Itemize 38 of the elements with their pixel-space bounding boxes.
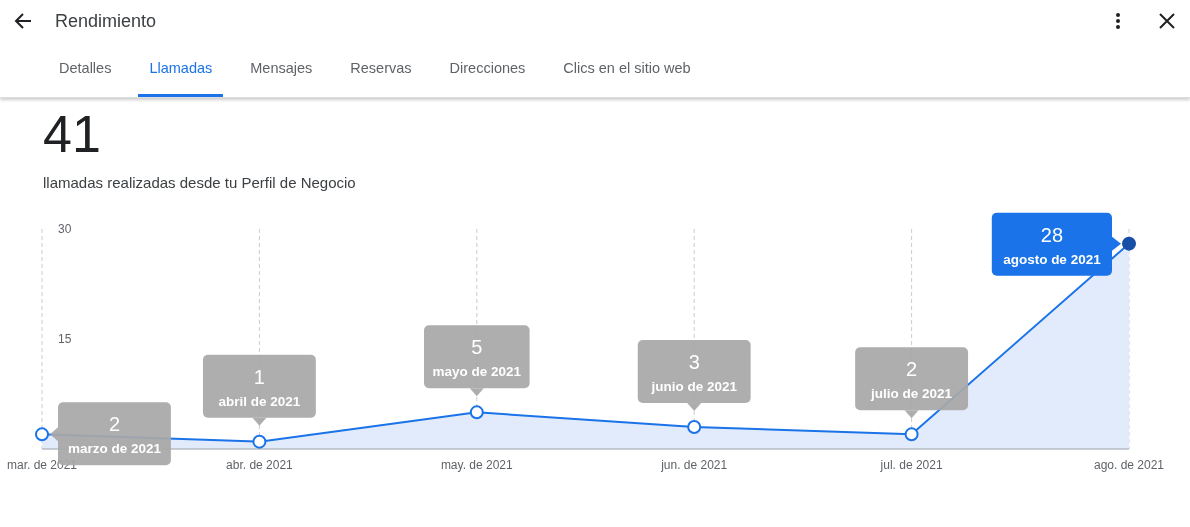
more-options-icon[interactable] [1115,12,1121,30]
total-count: 41 [43,106,102,162]
data-point[interactable] [469,405,484,420]
x-axis-label: jun. de 2021 [661,458,728,472]
tooltip-value: 28 [1040,223,1064,246]
x-axis-label: mar. de 2021 [6,458,78,472]
total-caption: llamadas realizadas desde tu Perfil de Negocio [43,174,357,191]
tab[interactable]: Clics en el sitio web [552,42,702,97]
back-arrow-icon[interactable] [13,11,33,31]
close-icon[interactable] [1159,13,1175,29]
tooltip-value: 5 [471,336,483,359]
data-point[interactable] [904,427,919,442]
tooltip-date: abril de 2021 [218,393,301,409]
data-point[interactable] [1122,236,1136,251]
tooltip-date: junio de 2021 [651,379,737,394]
tooltip-date: julio de 2021 [871,386,953,402]
tooltip-date: marzo de 2021 [67,441,161,457]
y-axis-label: 30 [58,222,72,236]
page-title: Rendimiento [55,10,157,32]
tooltip-value: 2 [108,413,120,436]
data-point[interactable] [35,427,49,442]
tooltip-date: mayo de 2021 [432,364,522,380]
data-point[interactable] [252,434,267,449]
x-axis-label: jul. de 2021 [880,458,943,472]
tooltip-value: 2 [906,358,918,381]
x-axis-label: may. de 2021 [440,458,513,472]
tab[interactable]: Direcciones [438,42,537,97]
x-axis-label: ago. de 2021 [1093,458,1165,472]
y-axis-label: 15 [58,332,72,346]
tab[interactable]: Reservas [339,42,423,97]
tab[interactable]: Llamadas [138,42,224,97]
data-point[interactable] [687,420,702,434]
x-axis-label: abr. de 2021 [226,458,293,472]
tab[interactable]: Detalles [48,42,123,97]
tooltip-value: 1 [253,365,265,388]
tab[interactable]: Mensajes [239,42,324,97]
tooltip-date: agosto de 2021 [1003,251,1101,267]
tooltip-value: 3 [688,351,700,373]
